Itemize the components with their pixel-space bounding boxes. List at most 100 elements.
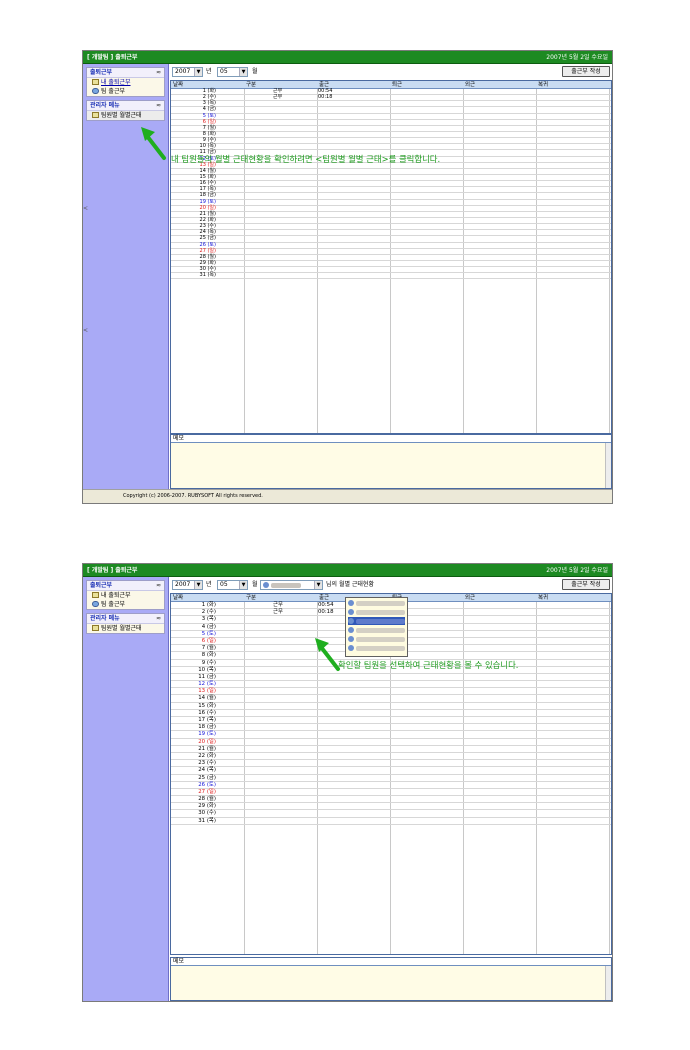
table-row[interactable]: 17 (목): [171, 717, 611, 725]
person-icon: [348, 600, 354, 606]
row-date: 12 (토): [198, 681, 216, 688]
write-attendance-button[interactable]: 출근부 작성: [562, 66, 610, 77]
collapse-icon[interactable]: ≈: [156, 68, 161, 78]
annotation-member-monthly: 내 팀원들의 월별 근태현황을 확인하려면 <팀원별 월별 근태>를 클릭합니다…: [171, 154, 441, 164]
collapse-icon[interactable]: ≈: [156, 101, 161, 111]
edge-marker: <: [83, 205, 89, 212]
edit-note-icon: [92, 79, 99, 85]
table-row[interactable]: 31 (목): [171, 272, 611, 280]
grid-rows: 1 (화) 근무 00:54 2 (수) 근무 00:18 3 (목) 4 (금) 5 (토) 6…: [171, 88, 611, 280]
sidebar-item-member-monthly[interactable]: 팀원별 월별근태: [87, 111, 164, 120]
row-date: 15 (화): [198, 702, 216, 709]
toolbar: 2007 ▼ 년 05 ▼ 월 ▼ 님의 월별 근태현황 출근부 작성: [170, 577, 612, 593]
row-type: 근무: [273, 94, 283, 101]
admin-panel: 관리자 메뉴 ≈ 팀원별 월별근태: [86, 100, 165, 121]
app-title: [ 개발팀 ] 출퇴근부: [87, 54, 138, 61]
sidebar-item-my-attendance[interactable]: 내 출퇴근부: [87, 78, 164, 87]
member-option[interactable]: [348, 644, 405, 652]
attendance-panel-header[interactable]: 출퇴근부 ≈: [87, 68, 164, 78]
row-date: 1 (화): [201, 602, 216, 608]
row-date: 18 (금): [199, 192, 216, 199]
sidebar-item-team-attendance[interactable]: 팀 출근부: [87, 600, 164, 609]
table-row[interactable]: 27 (일): [171, 788, 611, 797]
col-date: 날짜: [173, 595, 184, 601]
memo-scrollbar[interactable]: [605, 966, 611, 1000]
table-row[interactable]: 26 (토): [171, 782, 611, 789]
memo-area[interactable]: 메모: [170, 957, 612, 1001]
sidebar-item-my-attendance[interactable]: 내 출퇴근부: [87, 591, 164, 600]
memo-area[interactable]: 메모: [170, 434, 612, 489]
person-icon: [348, 645, 354, 651]
row-date: 24 (목): [198, 767, 216, 774]
row-date: 13 (일): [198, 688, 216, 695]
admin-panel-header[interactable]: 관리자 메뉴 ≈: [87, 614, 164, 624]
row-date: 31 (목): [199, 272, 216, 279]
col-type: 구분: [246, 82, 257, 88]
table-row[interactable]: 30 (수): [171, 810, 611, 818]
row-date: 29 (화): [198, 803, 216, 810]
person-icon: [348, 636, 354, 642]
row-date: 18 (금): [198, 724, 216, 731]
row-date: 22 (화): [198, 752, 216, 759]
sidebar-item-member-monthly[interactable]: 팀원별 월별근태: [87, 624, 164, 633]
row-check-in: 00:54: [318, 602, 334, 608]
row-date: 11 (금): [198, 673, 216, 680]
member-option[interactable]: [348, 599, 405, 607]
memo-label: 메모: [171, 958, 611, 966]
table-row[interactable]: 12 (토): [171, 681, 611, 689]
sidebar: 출퇴근부 ≈ 내 출퇴근부 팀 출근부 관리자 메뉴 ≈ 팀원별 월별근태: [83, 577, 169, 1001]
green-arrow-icon: [141, 127, 166, 160]
member-select[interactable]: ▼: [260, 580, 323, 590]
table-row[interactable]: 21 (월): [171, 746, 611, 753]
table-row[interactable]: 24 (목): [171, 767, 611, 775]
collapse-icon[interactable]: ≈: [156, 581, 161, 591]
year-label: 년: [206, 581, 212, 588]
month-select[interactable]: 05 ▼: [217, 67, 248, 77]
table-row[interactable]: 14 (월): [171, 695, 611, 703]
member-option[interactable]: [348, 635, 405, 643]
month-select[interactable]: 05 ▼: [217, 580, 248, 590]
table-row[interactable]: 23 (수): [171, 760, 611, 768]
row-check-in: 00:18: [318, 609, 334, 616]
table-row[interactable]: 25 (금): [171, 775, 611, 782]
table-row[interactable]: 18 (금): [171, 724, 611, 732]
row-date: 26 (토): [198, 781, 216, 788]
screenshot-member-select: [ 개발팀 ] 출퇴근부 2007년 5월 2일 수요일 출퇴근부 ≈ 내 출퇴…: [82, 563, 613, 1002]
write-attendance-button[interactable]: 출근부 작성: [562, 579, 610, 590]
table-row[interactable]: 29 (화): [171, 803, 611, 811]
chevron-down-icon: ▼: [314, 581, 322, 589]
member-dropdown-list: [345, 597, 408, 657]
memo-scrollbar[interactable]: [605, 443, 611, 488]
collapse-icon[interactable]: ≈: [156, 614, 161, 624]
col-return: 복귀: [538, 595, 549, 601]
blurred-member-name: [356, 627, 405, 633]
table-row[interactable]: 22 (화): [171, 752, 611, 761]
table-row[interactable]: 28 (월): [171, 796, 611, 804]
year-select[interactable]: 2007 ▼: [172, 67, 203, 77]
table-row[interactable]: 15 (화): [171, 703, 611, 710]
main-content: 2007 ▼ 년 05 ▼ 월 출근부 작성 날짜 구분 출근 퇴근 외근 복귀 1…: [170, 64, 612, 503]
col-date: 날짜: [173, 82, 184, 88]
table-row[interactable]: 20 (일): [171, 739, 611, 746]
blurred-member-name: [271, 583, 301, 588]
table-row[interactable]: 13 (일): [171, 688, 611, 696]
row-date: 19 (토): [198, 731, 216, 738]
team-icon: [92, 601, 99, 607]
grid-body: 1 (화) 근무 00:54 2 (수) 근무 00:18 3 (목) 4 (금) 5 (토) 6…: [171, 88, 611, 433]
row-date: 23 (수): [198, 760, 216, 767]
year-select[interactable]: 2007 ▼: [172, 580, 203, 590]
table-row[interactable]: 19 (토): [171, 731, 611, 739]
member-option[interactable]: [348, 626, 405, 634]
sidebar-item-team-attendance[interactable]: 팀 출근부: [87, 87, 164, 96]
admin-panel-header[interactable]: 관리자 메뉴 ≈: [87, 101, 164, 111]
table-row[interactable]: 31 (목): [171, 818, 611, 825]
row-date: 3 (목): [201, 616, 216, 623]
row-date: 27 (일): [198, 788, 216, 795]
member-option-highlighted[interactable]: [348, 617, 405, 625]
chevron-down-icon: ▼: [239, 68, 247, 76]
table-row[interactable]: 16 (수): [171, 710, 611, 717]
attendance-panel-header[interactable]: 출퇴근부 ≈: [87, 581, 164, 591]
member-option[interactable]: [348, 608, 405, 616]
table-row[interactable]: 11 (금): [171, 673, 611, 682]
row-date: 9 (수): [201, 659, 216, 666]
